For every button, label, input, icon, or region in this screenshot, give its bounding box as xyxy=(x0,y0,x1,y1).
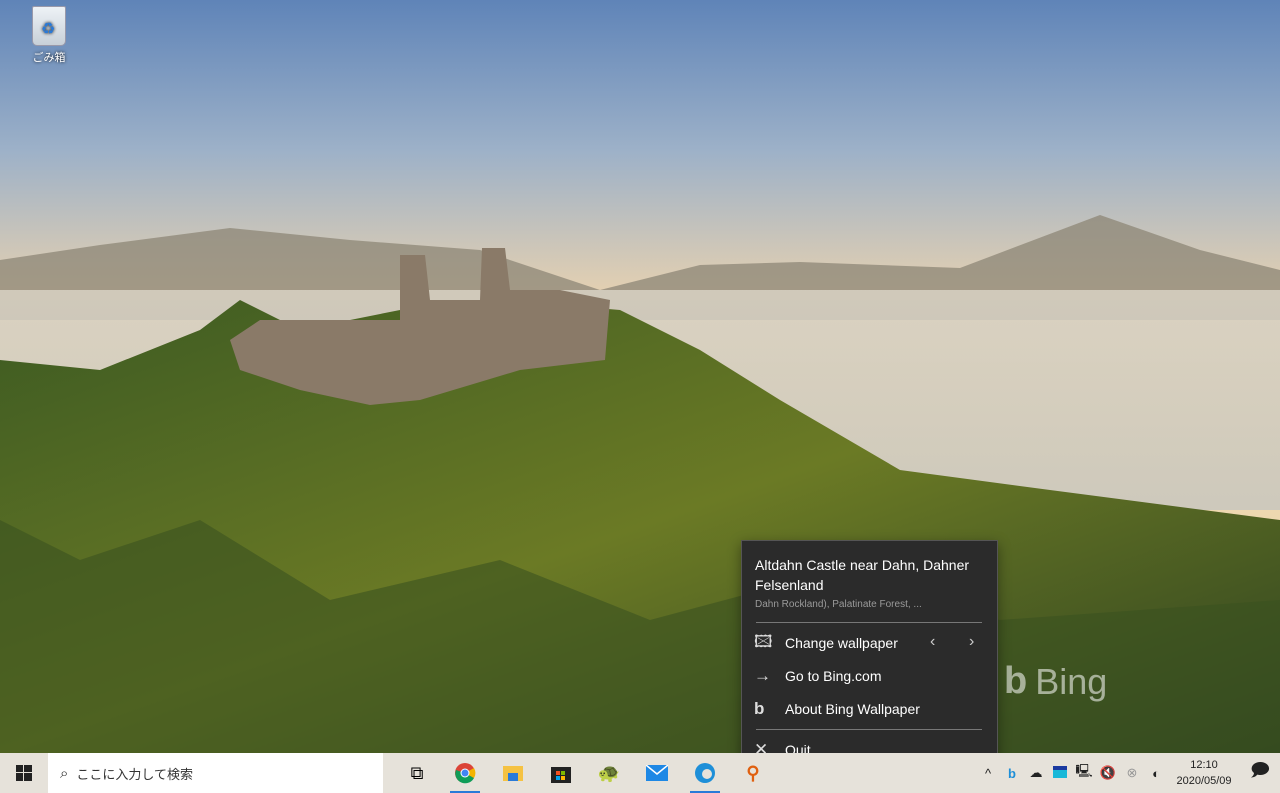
change-wallpaper-label: Change wallpaper xyxy=(785,635,898,651)
mail-icon xyxy=(646,765,668,781)
divider xyxy=(756,729,982,730)
file-explorer-button[interactable] xyxy=(489,753,537,793)
go-to-bing-label: Go to Bing.com xyxy=(785,668,882,684)
bing-watermark: b Bing xyxy=(1004,660,1107,703)
bing-tray-icon[interactable]: b xyxy=(1000,766,1024,781)
desktop-wallpaper xyxy=(0,0,1280,753)
store-button[interactable] xyxy=(537,753,585,793)
previous-wallpaper-button[interactable]: ‹ xyxy=(930,633,935,651)
go-to-bing-item[interactable]: → Go to Bing.com xyxy=(742,660,997,692)
chrome-button[interactable] xyxy=(441,753,489,793)
disabled-icon[interactable]: ⊗ xyxy=(1120,765,1144,781)
start-button[interactable] xyxy=(0,753,48,793)
bing-watermark-text: Bing xyxy=(1035,660,1108,702)
turtle-app-button[interactable]: 🐢 xyxy=(585,753,633,793)
edge-icon xyxy=(695,763,715,783)
clock[interactable]: 12:10 2020/05/09 xyxy=(1174,757,1234,789)
taskbar: ⌕ ここに入力して検索 ⧉ 🐢 ⚲ ^ b ☁ 🖳 🔇 ⊗ ◐ 12:10 20… xyxy=(0,753,1280,793)
change-wallpaper-item[interactable]: 🖾 Change wallpaper xyxy=(742,627,997,659)
ime-icon[interactable]: ◐ xyxy=(1144,766,1168,781)
notification-center-icon[interactable]: 🗩 xyxy=(1240,758,1280,788)
search-app-button[interactable]: ⚲ xyxy=(729,753,777,793)
show-hidden-icons-button[interactable]: ^ xyxy=(976,766,1000,781)
onedrive-icon[interactable]: ☁ xyxy=(1024,765,1048,781)
edge-button[interactable] xyxy=(681,753,729,793)
recycle-bin[interactable]: ♻ ごみ箱 xyxy=(24,6,74,65)
wallpaper-title: Altdahn Castle near Dahn, Dahner Felsenl… xyxy=(755,557,970,593)
divider xyxy=(756,622,982,623)
arrow-right-icon: → xyxy=(754,666,771,685)
image-icon: 🖾 xyxy=(754,631,773,651)
folder-icon xyxy=(503,766,523,781)
search-box[interactable]: ⌕ ここに入力して検索 xyxy=(48,753,383,793)
next-wallpaper-button[interactable]: › xyxy=(969,633,974,651)
task-view-button[interactable]: ⧉ xyxy=(393,753,441,793)
clock-date: 2020/05/09 xyxy=(1176,775,1232,787)
bing-icon: b xyxy=(754,699,765,718)
system-tray: ^ b ☁ 🖳 🔇 ⊗ ◐ 12:10 2020/05/09 🗩 xyxy=(976,753,1280,793)
search-icon: ⌕ xyxy=(60,764,69,782)
recycle-bin-icon: ♻ xyxy=(32,6,66,46)
about-label: About Bing Wallpaper xyxy=(785,701,920,717)
about-bing-wallpaper-item[interactable]: b About Bing Wallpaper xyxy=(742,693,997,725)
store-icon xyxy=(551,767,571,783)
chrome-icon xyxy=(455,763,476,784)
task-view-icon: ⧉ xyxy=(410,762,424,783)
mail-button[interactable] xyxy=(633,753,681,793)
wallpaper-subtitle[interactable]: Dahn Rockland), Palatinate Forest, ... xyxy=(755,599,922,610)
clock-time: 12:10 xyxy=(1190,759,1218,771)
volume-muted-icon[interactable]: 🔇 xyxy=(1096,765,1120,781)
search-placeholder: ここに入力して検索 xyxy=(76,766,194,782)
bing-logo-icon: b xyxy=(1004,660,1028,702)
magnifier-icon: ⚲ xyxy=(746,762,760,783)
bing-wallpaper-menu: Altdahn Castle near Dahn, Dahner Felsenl… xyxy=(741,540,998,768)
network-icon[interactable]: 🖳 xyxy=(1072,762,1096,784)
recycle-bin-label: ごみ箱 xyxy=(32,52,66,64)
windows-icon xyxy=(16,765,32,781)
app-tray-icon[interactable] xyxy=(1048,765,1072,781)
turtle-icon: 🐢 xyxy=(597,762,621,783)
